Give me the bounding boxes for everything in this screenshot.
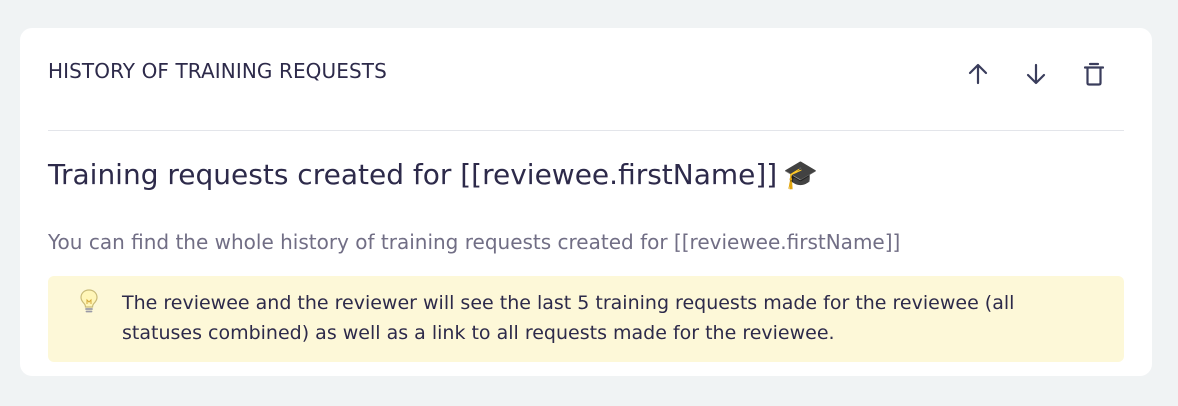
delete-button[interactable] <box>1078 58 1110 90</box>
arrow-up-icon <box>968 63 988 85</box>
trash-icon <box>1084 62 1104 86</box>
training-history-card: HISTORY OF TRAINING REQUESTS Training re… <box>20 28 1152 376</box>
content-description: You can find the whole history of traini… <box>48 230 901 254</box>
callout-text: The reviewee and the reviewer will see t… <box>122 292 1015 344</box>
section-actions <box>962 58 1110 90</box>
section-title: HISTORY OF TRAINING REQUESTS <box>48 59 387 83</box>
graduation-cap-icon: 🎓 <box>783 158 819 191</box>
info-callout: The reviewee and the reviewer will see t… <box>48 276 1124 362</box>
move-up-button[interactable] <box>962 58 994 90</box>
heading-text: Training requests created for [[reviewee… <box>48 158 778 191</box>
card-header: HISTORY OF TRAINING REQUESTS <box>48 28 1124 131</box>
content-heading: Training requests created for [[reviewee… <box>48 158 818 191</box>
lightbulb-icon <box>80 289 98 313</box>
move-down-button[interactable] <box>1020 58 1052 90</box>
arrow-down-icon <box>1026 63 1046 85</box>
